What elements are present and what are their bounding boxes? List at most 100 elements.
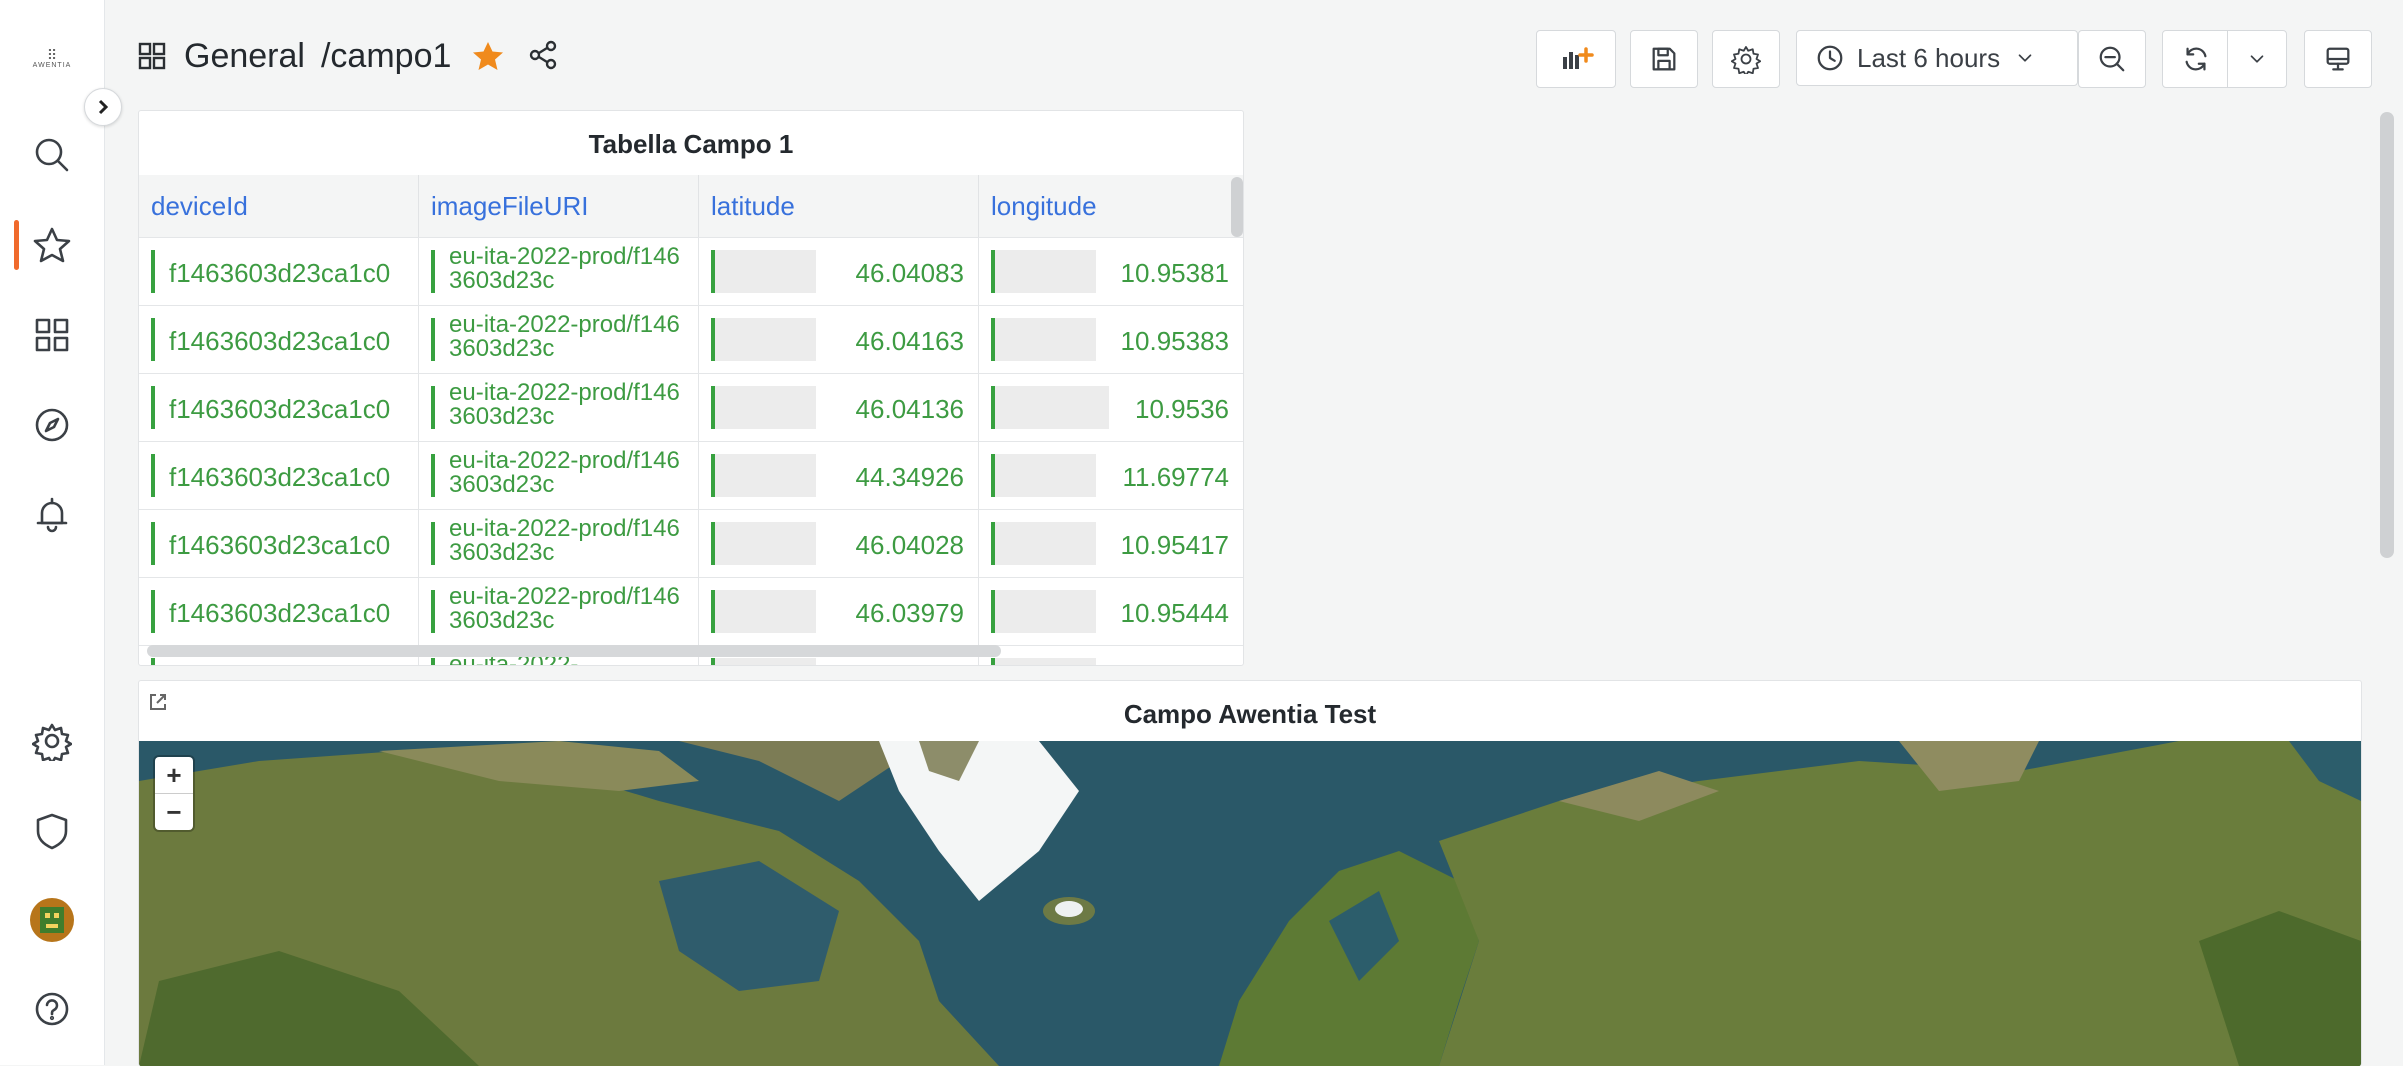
dashboard-settings-button[interactable] — [1712, 30, 1780, 88]
nav-alerting[interactable] — [27, 490, 77, 540]
dashboard-grid-icon — [136, 40, 168, 72]
gauge-background — [995, 454, 1096, 497]
cell-value: 46.03979 — [855, 598, 964, 628]
cell-color-indicator — [711, 590, 715, 633]
cell-latitude: 46.04083 — [699, 238, 979, 305]
cell-color-indicator — [711, 454, 715, 497]
breadcrumb-dashboard[interactable]: campo1 — [330, 37, 451, 76]
cell-color-indicator — [991, 658, 995, 665]
cell-imagefileuri: eu-ita-2022-prod/f1463603d23c — [419, 578, 699, 645]
column-header-latitude[interactable]: latitude — [699, 175, 979, 237]
cell-longitude: 11.69774 — [979, 442, 1243, 509]
gauge-background — [995, 590, 1096, 633]
cell-value: eu-ita-2022-prod/f1463603d23c — [449, 313, 680, 361]
table-row: f1463603d23ca1c0 eu-ita-2022-prod/f146360… — [139, 509, 1243, 577]
time-range-picker[interactable]: Last 6 hours — [1796, 30, 2078, 86]
save-dashboard-button[interactable] — [1630, 30, 1698, 88]
cell-value: f1463603d23ca1c0 — [169, 530, 391, 560]
zoom-out-icon — [2099, 46, 2125, 72]
gauge-background — [715, 522, 816, 565]
gauge-background — [715, 454, 816, 497]
cell-color-indicator — [991, 522, 995, 565]
nav-server-admin[interactable] — [27, 806, 77, 856]
cell-value: f1463603d23ca1c0 — [169, 326, 391, 356]
cell-latitude: 44.34926 — [699, 442, 979, 509]
refresh-interval-dropdown[interactable] — [2227, 30, 2287, 88]
nav-dashboards[interactable] — [27, 310, 77, 360]
cell-deviceid: f1463603d23ca1c0 — [139, 578, 419, 645]
cell-color-indicator — [151, 318, 155, 361]
cell-value: eu-ita-2022-prod/f1463603d23c — [449, 245, 680, 293]
cell-value: 10.95444 — [1120, 598, 1229, 628]
nav-search[interactable] — [27, 130, 77, 180]
dashboards-icon — [35, 318, 69, 352]
cell-value: f1463603d23ca1c0 — [169, 394, 391, 424]
cycle-view-mode-button[interactable] — [2304, 30, 2372, 88]
cell-value: eu-ita-2022-prod/f1463603d23c — [449, 585, 680, 633]
table-horizontal-scrollbar[interactable] — [147, 645, 1001, 657]
nav-starred[interactable] — [27, 220, 77, 270]
chevron-down-icon — [2018, 54, 2032, 62]
cell-value: 44.34926 — [855, 462, 964, 492]
dock-menu-toggle[interactable] — [84, 88, 122, 126]
gear-icon — [1731, 46, 1761, 74]
table-vertical-scrollbar[interactable] — [1231, 177, 1243, 237]
page-vertical-scrollbar[interactable] — [2380, 112, 2394, 558]
cell-deviceid: f1463603d23ca1c0 — [139, 510, 419, 577]
cell-value: 10.95381 — [1120, 258, 1229, 288]
alerting-icon — [36, 497, 68, 533]
user-avatar[interactable] — [30, 898, 74, 942]
add-panel-button[interactable] — [1536, 30, 1616, 88]
cell-color-indicator — [431, 250, 435, 293]
zoom-out-time-button[interactable] — [2078, 30, 2146, 88]
brand-logo[interactable]: ⠿ AWENTIA — [22, 48, 82, 80]
cell-imagefileuri: eu-ita-2022-prod/f1463603d23c — [419, 374, 699, 441]
cell-value: f1463603d23ca1c0 — [169, 258, 391, 288]
table-row: f1463603d23ca1c0 eu-ita-2022-prod/f146360… — [139, 305, 1243, 373]
cell-imagefileuri: eu-ita-2022-prod/f1463603d23c — [419, 442, 699, 509]
map-zoom-in-button[interactable]: + — [155, 757, 193, 794]
cell-longitude: 10.95383 — [979, 306, 1243, 373]
cell-deviceid: f1463603d23ca1c0 — [139, 442, 419, 509]
cell-color-indicator — [991, 250, 995, 293]
cell-color-indicator — [711, 250, 715, 293]
nav-configuration[interactable] — [27, 716, 77, 766]
cell-color-indicator — [151, 590, 155, 633]
column-header-imagefileuri[interactable]: imageFileURI — [419, 175, 699, 237]
chevron-right-icon — [98, 99, 109, 115]
column-header-longitude[interactable]: longitude — [979, 175, 1243, 237]
cell-imagefileuri: eu-ita-2022-prod/f1463603d23c — [419, 306, 699, 373]
map-zoom-out-button[interactable]: − — [155, 794, 193, 830]
cell-deviceid: f1463603d23ca1c0 — [139, 238, 419, 305]
cell-imagefileuri: eu-ita-2022-prod/f1463603d23c — [419, 238, 699, 305]
table-panel-title[interactable]: Tabella Campo 1 — [139, 129, 1243, 160]
cell-value: eu-ita-2022-prod/f1463603d23c — [449, 517, 680, 565]
cell-color-indicator — [711, 658, 715, 665]
gauge-background — [715, 658, 816, 665]
refresh-icon — [2185, 47, 2207, 71]
gauge-background — [995, 386, 1109, 429]
cell-latitude: 46.04136 — [699, 374, 979, 441]
satellite-map[interactable]: + − — [139, 741, 2361, 1066]
map-panel-title[interactable]: Campo Awentia Test — [139, 699, 2361, 730]
nav-explore[interactable] — [27, 400, 77, 450]
table-header: deviceId imageFileURI latitude longitude — [139, 175, 1243, 237]
share-icon[interactable] — [527, 39, 561, 73]
breadcrumb-folder[interactable]: General — [184, 37, 305, 76]
cell-longitude — [979, 646, 1243, 665]
star-icon — [33, 227, 71, 263]
time-range-label: Last 6 hours — [1857, 42, 2001, 73]
favorite-star-icon[interactable] — [471, 39, 505, 73]
column-header-deviceid[interactable]: deviceId — [139, 175, 419, 237]
cell-color-indicator — [151, 522, 155, 565]
cell-color-indicator — [431, 318, 435, 361]
gauge-background — [995, 318, 1096, 361]
cell-color-indicator — [151, 386, 155, 429]
save-icon — [1652, 47, 1676, 71]
refresh-button[interactable] — [2162, 30, 2230, 88]
cell-latitude: 46.04163 — [699, 306, 979, 373]
nav-help[interactable] — [27, 984, 77, 1034]
gauge-background — [995, 522, 1096, 565]
cell-color-indicator — [991, 318, 995, 361]
gauge-background — [715, 250, 816, 293]
